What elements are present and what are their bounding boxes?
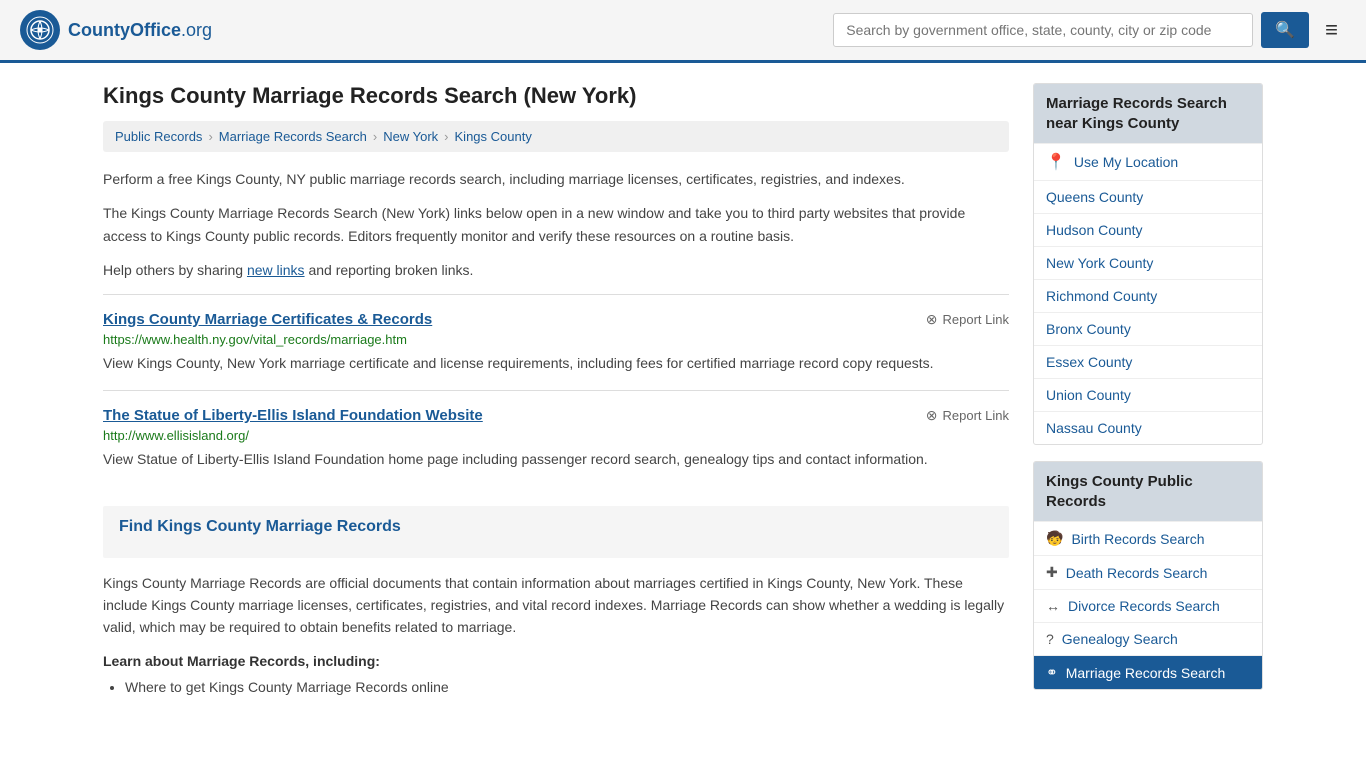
sidebar-union-county[interactable]: Union County [1034,378,1262,411]
sidebar-hudson-county[interactable]: Hudson County [1034,213,1262,246]
breadcrumb-kings-county[interactable]: Kings County [455,129,532,144]
menu-button[interactable]: ≡ [1317,13,1346,47]
sidebar-use-my-location[interactable]: 📍 Use My Location [1034,143,1262,180]
sidebar-new-york-county[interactable]: New York County [1034,246,1262,279]
content-area: Kings County Marriage Records Search (Ne… [103,83,1009,706]
sidebar-birth-records[interactable]: 🧒 Birth Records Search [1034,521,1262,555]
result-card-1: Kings County Marriage Certificates & Rec… [103,294,1009,390]
breadcrumb-new-york[interactable]: New York [383,129,438,144]
sidebar-death-records[interactable]: ✚ Death Records Search [1034,555,1262,589]
nassau-county-link[interactable]: Nassau County [1046,420,1142,436]
find-section: Find Kings County Marriage Records [103,506,1009,558]
sidebar-bronx-county[interactable]: Bronx County [1034,312,1262,345]
marriage-records-icon: ⚭ [1046,664,1058,681]
sidebar-divorce-records[interactable]: ↔ Divorce Records Search [1034,589,1262,622]
result-title-2[interactable]: The Statue of Liberty-Ellis Island Found… [103,407,483,424]
breadcrumb-sep-1: › [208,129,212,144]
genealogy-icon: ? [1046,631,1054,647]
result-card-2: The Statue of Liberty-Ellis Island Found… [103,390,1009,486]
bullet-item-1: Where to get Kings County Marriage Recor… [125,675,1009,700]
report-link-1[interactable]: ⊗ Report Link [926,311,1009,328]
report-label-1: Report Link [943,312,1009,327]
report-icon-1: ⊗ [926,311,938,328]
report-label-2: Report Link [943,408,1009,423]
new-york-county-link[interactable]: New York County [1046,255,1153,271]
result-header-1: Kings County Marriage Certificates & Rec… [103,311,1009,328]
sidebar-essex-county[interactable]: Essex County [1034,345,1262,378]
sidebar-marriage-records[interactable]: ⚭ Marriage Records Search [1034,655,1262,689]
page-title: Kings County Marriage Records Search (Ne… [103,83,1009,109]
use-my-location-link[interactable]: Use My Location [1074,154,1178,170]
result-url-1[interactable]: https://www.health.ny.gov/vital_records/… [103,332,1009,347]
sidebar-nearby-section: Marriage Records Search near Kings Count… [1033,83,1263,445]
report-icon-2: ⊗ [926,407,938,424]
divorce-records-icon: ↔ [1046,598,1060,614]
intro-paragraph-3: Help others by sharing new links and rep… [103,259,1009,281]
sidebar-nassau-county[interactable]: Nassau County [1034,411,1262,444]
queens-county-link[interactable]: Queens County [1046,189,1143,205]
intro-paragraph-2: The Kings County Marriage Records Search… [103,202,1009,247]
search-input[interactable] [833,13,1253,47]
result-desc-1: View Kings County, New York marriage cer… [103,353,1009,374]
sidebar-public-records-section: Kings County Public Records 🧒 Birth Reco… [1033,461,1263,690]
breadcrumb: Public Records › Marriage Records Search… [103,121,1009,152]
result-title-1[interactable]: Kings County Marriage Certificates & Rec… [103,311,432,328]
location-pin-icon: 📍 [1046,152,1066,172]
report-link-2[interactable]: ⊗ Report Link [926,407,1009,424]
breadcrumb-marriage-records[interactable]: Marriage Records Search [219,129,367,144]
logo-icon [20,10,60,50]
sidebar-public-records-heading: Kings County Public Records [1034,462,1262,521]
result-url-2[interactable]: http://www.ellisisland.org/ [103,428,1009,443]
sidebar-genealogy[interactable]: ? Genealogy Search [1034,622,1262,655]
breadcrumb-sep-2: › [373,129,377,144]
sidebar-richmond-county[interactable]: Richmond County [1034,279,1262,312]
logo-text: CountyOffice.org [68,20,212,41]
death-records-link[interactable]: Death Records Search [1066,565,1208,581]
new-links-link[interactable]: new links [247,262,305,278]
death-records-icon: ✚ [1046,564,1058,581]
breadcrumb-sep-3: › [444,129,448,144]
search-area: 🔍 ≡ [833,12,1346,48]
divorce-records-link[interactable]: Divorce Records Search [1068,598,1220,614]
bronx-county-link[interactable]: Bronx County [1046,321,1131,337]
bullet-list: Where to get Kings County Marriage Recor… [103,675,1009,700]
breadcrumb-public-records[interactable]: Public Records [115,129,202,144]
hudson-county-link[interactable]: Hudson County [1046,222,1143,238]
union-county-link[interactable]: Union County [1046,387,1131,403]
sidebar-nearby-heading: Marriage Records Search near Kings Count… [1034,84,1262,143]
birth-records-icon: 🧒 [1046,530,1063,547]
genealogy-link[interactable]: Genealogy Search [1062,631,1178,647]
sidebar-queens-county[interactable]: Queens County [1034,180,1262,213]
learn-title: Learn about Marriage Records, including: [103,653,1009,669]
intro-paragraph-1: Perform a free Kings County, NY public m… [103,168,1009,190]
find-section-body: Kings County Marriage Records are offici… [103,572,1009,639]
richmond-county-link[interactable]: Richmond County [1046,288,1157,304]
marriage-records-link[interactable]: Marriage Records Search [1066,665,1226,681]
essex-county-link[interactable]: Essex County [1046,354,1132,370]
result-header-2: The Statue of Liberty-Ellis Island Found… [103,407,1009,424]
sidebar: Marriage Records Search near Kings Count… [1033,83,1263,706]
result-desc-2: View Statue of Liberty-Ellis Island Foun… [103,449,1009,470]
search-button[interactable]: 🔍 [1261,12,1309,48]
logo-area: CountyOffice.org [20,10,212,50]
site-header: CountyOffice.org 🔍 ≡ [0,0,1366,63]
birth-records-link[interactable]: Birth Records Search [1071,531,1204,547]
find-section-title: Find Kings County Marriage Records [119,518,993,536]
main-container: Kings County Marriage Records Search (Ne… [83,63,1283,726]
